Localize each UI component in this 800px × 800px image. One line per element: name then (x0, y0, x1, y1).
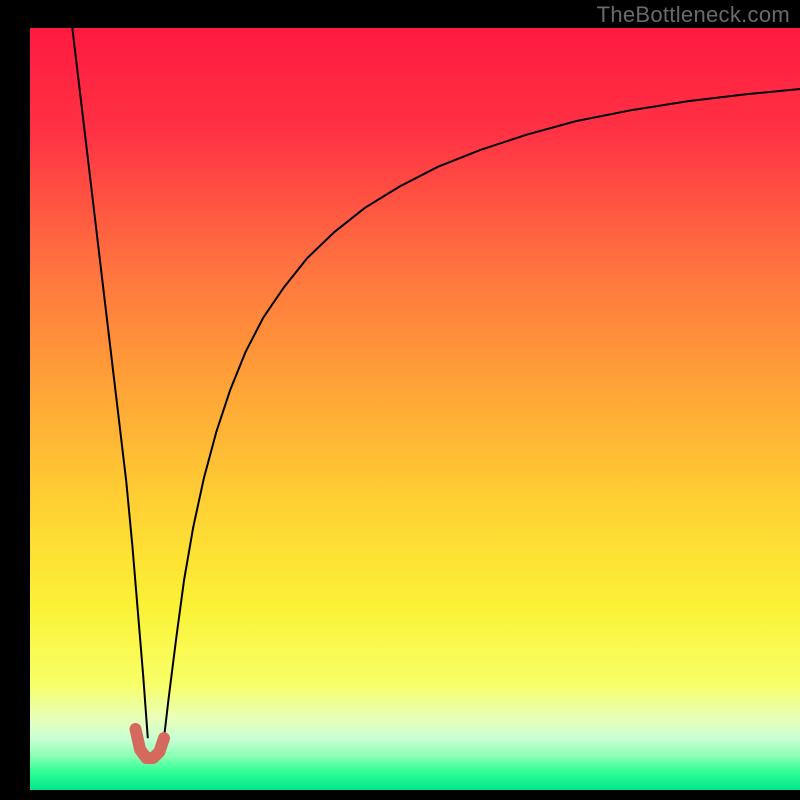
watermark-text: TheBottleneck.com (597, 2, 790, 28)
chart-stage: TheBottleneck.com (0, 0, 800, 800)
plot-background (30, 28, 800, 790)
chart-svg (0, 0, 800, 800)
